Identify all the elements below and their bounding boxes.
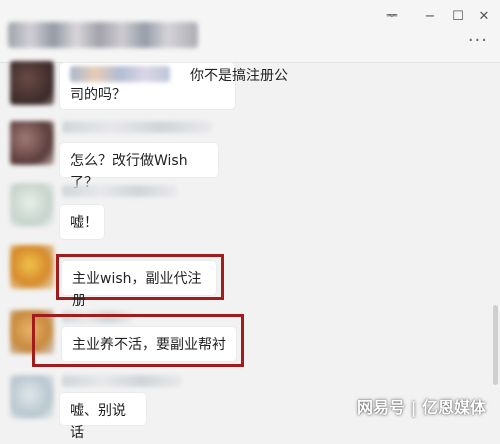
avatar[interactable] — [10, 245, 54, 289]
watermark: 网易号 | 亿恩媒体 — [357, 398, 486, 417]
message-bubble: 主业养不活，要副业帮衬 — [62, 327, 236, 361]
sender-name-blurred — [62, 375, 182, 387]
sender-name-blurred — [62, 185, 177, 197]
avatar[interactable] — [10, 121, 54, 165]
pin-icon[interactable]: ᆓ — [380, 8, 404, 26]
chat-message-list[interactable]: 你不是搞注册公 司的吗？ 怎么？改行做Wish了？ 嘘！ 主业wish，副业代注… — [0, 61, 500, 441]
message-text-line2: 司的吗？ — [70, 87, 126, 103]
message-text: 嘘！ — [70, 215, 98, 231]
maximize-icon[interactable]: ☐ — [446, 8, 470, 26]
message-text: 主业wish，副业代注册 — [72, 271, 202, 309]
window-titlebar: ᆓ − ☐ ✕ ··· — [0, 0, 500, 63]
message-text: 主业养不活，要副业帮衬 — [72, 337, 226, 353]
message-bubble: 你不是搞注册公 司的吗？ — [60, 63, 288, 109]
sender-name-blurred — [62, 121, 212, 133]
close-icon[interactable]: ✕ — [472, 8, 496, 26]
message-bubble: 主业wish，副业代注册 — [62, 261, 216, 309]
message-bubble: 嘘、别说话 — [60, 393, 146, 441]
message-text: 嘘、别说话 — [70, 403, 126, 441]
avatar[interactable] — [10, 183, 54, 227]
more-options-icon[interactable]: ··· — [468, 32, 488, 50]
minimize-icon[interactable]: − — [418, 8, 442, 26]
avatar[interactable] — [10, 375, 54, 419]
blurred-text — [70, 66, 170, 82]
scrollbar[interactable] — [493, 305, 498, 385]
chat-title-blurred — [8, 22, 198, 48]
message-bubble: 怎么？改行做Wish了？ — [60, 143, 218, 191]
message-bubble: 嘘！ — [60, 205, 104, 239]
avatar[interactable] — [10, 61, 54, 105]
